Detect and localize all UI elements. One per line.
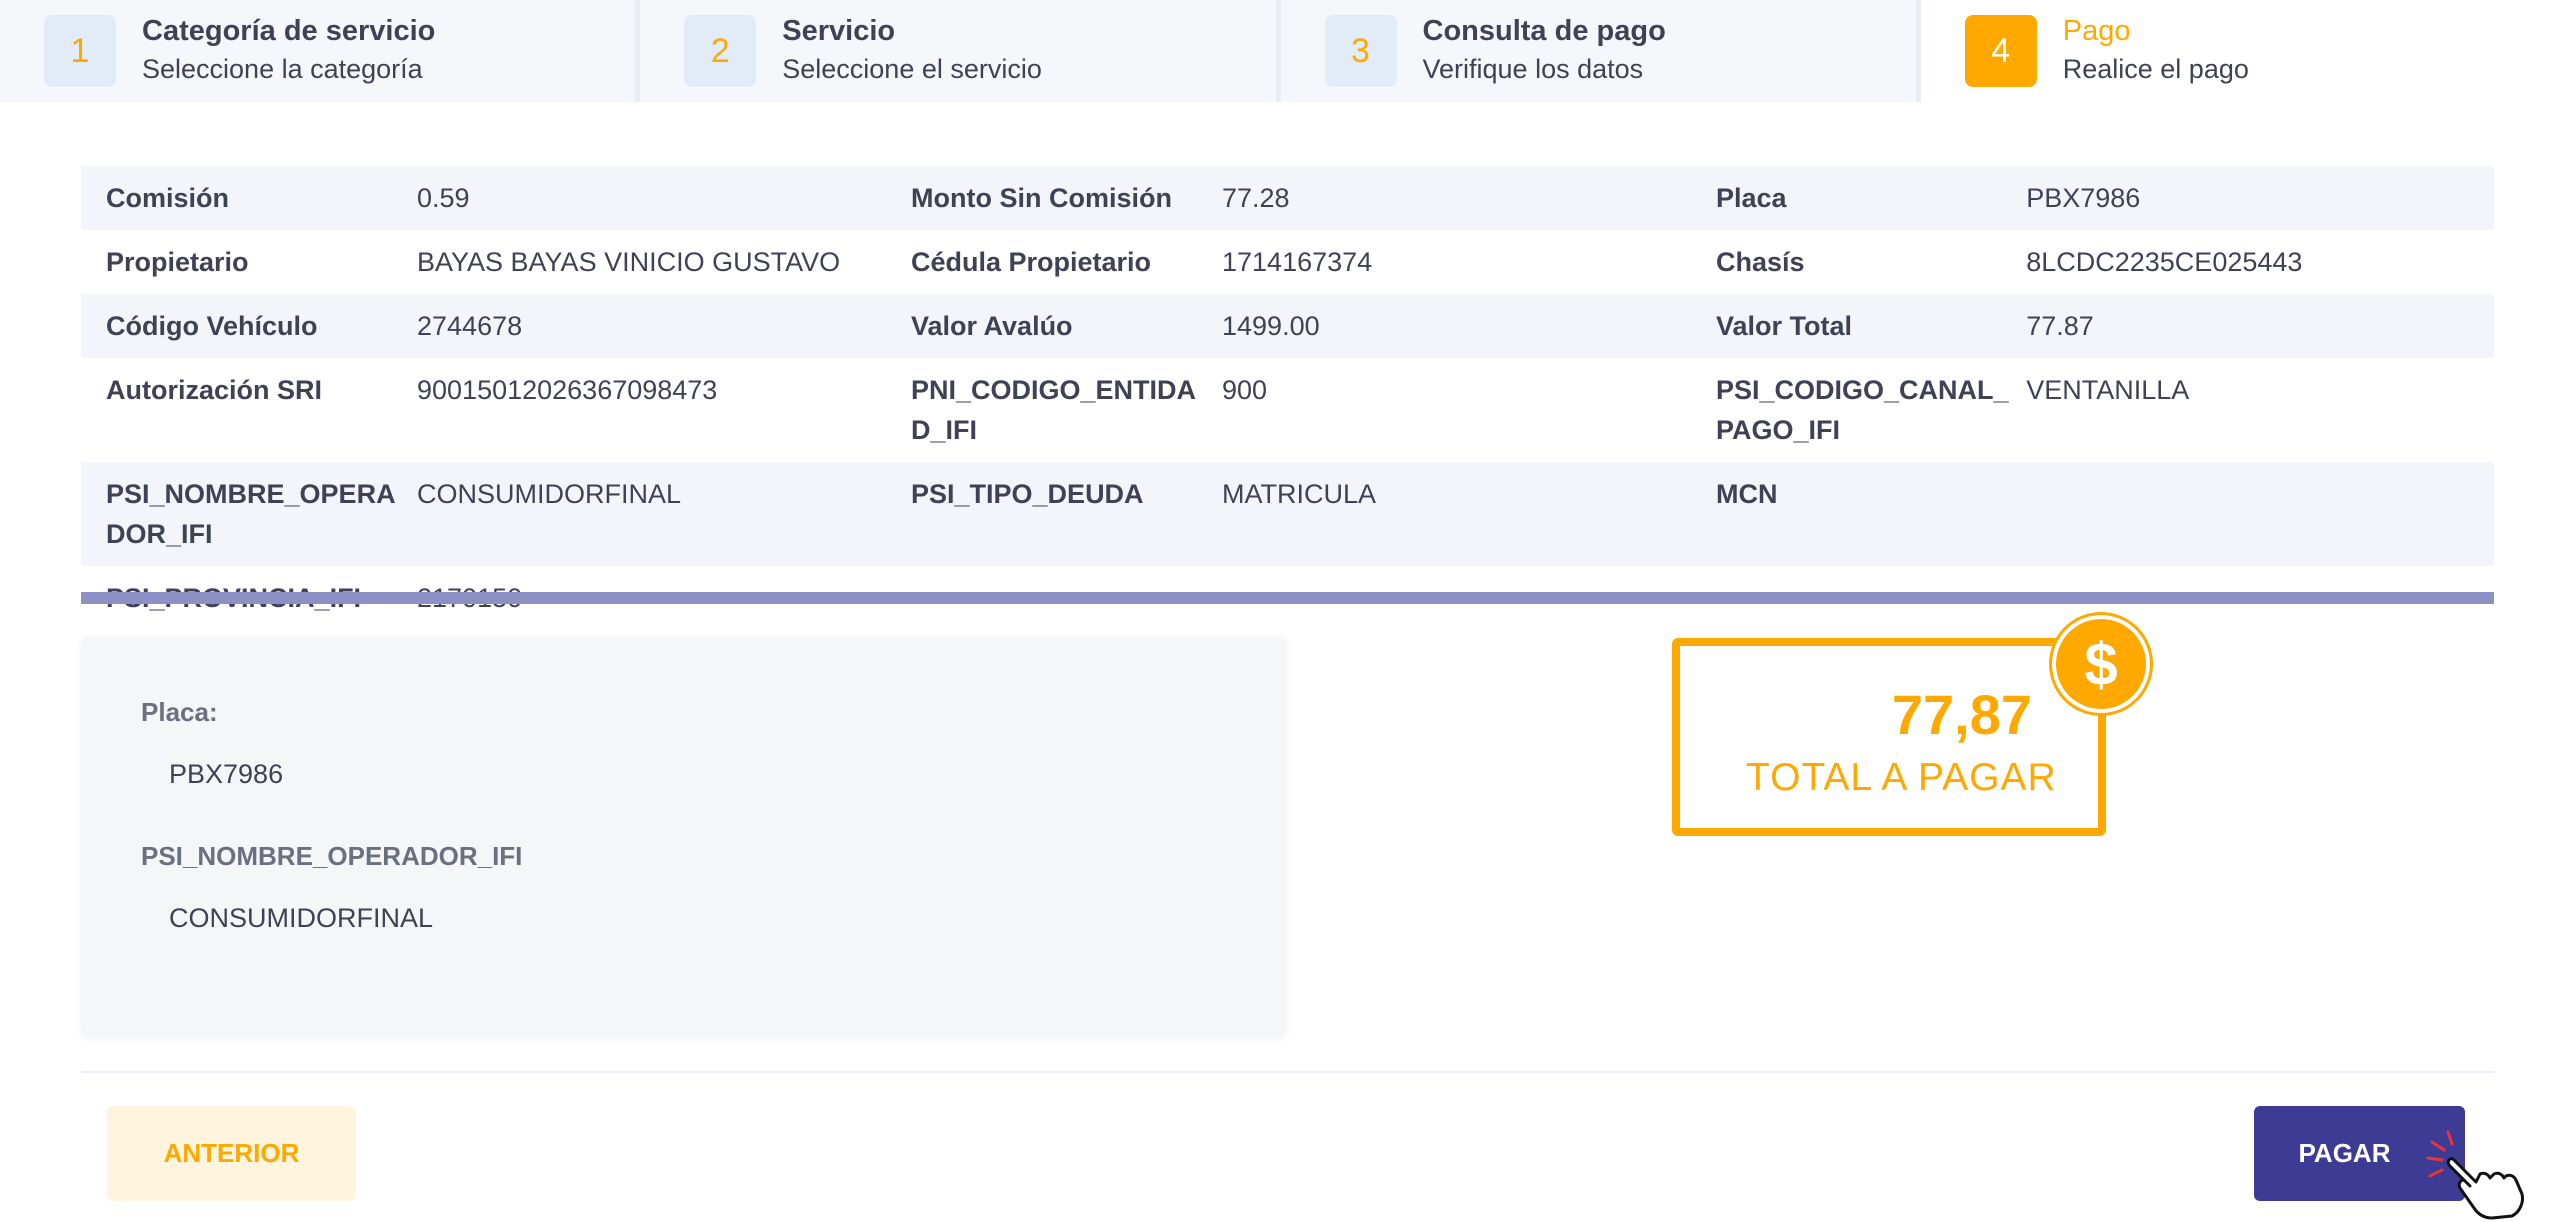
detail-value: 90015012026367098473 [417,375,718,405]
wizard-stepper: 1 Categoría de servicio Seleccione la ca… [0,0,2556,102]
summary-operador-label: PSI_NOMBRE_OPERADOR_IFI [141,841,523,871]
detail-value: CONSUMIDORFINAL [417,479,682,509]
summary-placa-value: PBX7986 [169,759,284,789]
detail-label: Propietario [106,247,249,277]
step-number: 2 [684,15,757,87]
table-row: PSI_NOMBRE_OPERADOR_IFI CONSUMIDORFINAL P… [81,462,2494,566]
detail-label: PNI_CODIGO_ENTIDAD_IFI [911,375,1197,445]
step-subtitle: Seleccione el servicio [782,54,1042,84]
detail-label: Cédula Propietario [911,247,1152,277]
dollar-coin-icon: $ [2056,619,2146,709]
summary-operador-value: CONSUMIDORFINAL [169,903,434,933]
hand-pointer-icon [2426,1130,2524,1220]
detail-label: PSI_TIPO_DEUDA [911,479,1144,509]
step-subtitle: Seleccione la categoría [142,54,423,84]
detail-label: Autorización SRI [106,375,323,405]
detail-value: MATRICULA [1222,479,1377,509]
step-title: Servicio [782,15,896,47]
step-service[interactable]: 2 Servicio Seleccione el servicio [640,0,1276,102]
total-amount: 77,87 [1891,683,2032,746]
detail-label: Código Vehículo [106,311,318,341]
detail-value: VENTANILLA [2026,375,2190,405]
detail-label: PSI_CODIGO_CANAL_PAGO_IFI [1716,375,2009,445]
step-number: 3 [1324,15,1397,87]
payment-summary-card: Placa: PBX7986 PSI_NOMBRE_OPERADOR_IFI C… [81,638,1286,1038]
table-row: Comisión 0.59 Monto Sin Comisión 77.28 Pla… [81,166,2494,230]
previous-button[interactable]: ANTERIOR [107,1106,356,1201]
detail-value: 2744678 [417,311,523,341]
detail-value [2026,474,2494,554]
step-title: Consulta de pago [1422,15,1666,47]
total-to-pay-box: 77,87 TOTAL A PAGAR [1672,638,2106,836]
step-payment[interactable]: 4 Pago Realice el pago [1920,0,2556,102]
detail-label: Placa [1716,183,1787,213]
table-row: Propietario BAYAS BAYAS VINICIO GUSTAVO C… [81,230,2494,294]
detail-value: 1714167374 [1222,247,1373,277]
step-number: 4 [1964,15,2037,87]
payment-details-table: Comisión 0.59 Monto Sin Comisión 77.28 Pla… [81,166,2494,630]
summary-placa-label: Placa: [141,697,218,727]
detail-label: Valor Total [1716,311,1853,341]
step-number: 1 [44,15,116,87]
table-row: Autorización SRI 90015012026367098473 PNI… [81,358,2494,462]
detail-value: 77.87 [2026,311,2094,341]
total-label: TOTAL A PAGAR [1746,756,2057,799]
detail-value: 900 [1222,375,1268,405]
step-payment-query[interactable]: 3 Consulta de pago Verifique los datos [1280,0,1916,102]
step-title: Pago [2062,15,2131,47]
detail-value: 8LCDC2235CE025443 [2026,247,2303,277]
step-subtitle: Realice el pago [2062,54,2249,84]
detail-value: 77.28 [1222,183,1290,213]
step-subtitle: Verifique los datos [1422,54,1644,84]
detail-label: PSI_NOMBRE_OPERADOR_IFI [106,479,396,549]
table-row: Código Vehículo 2744678 Valor Avalúo 1499.… [81,294,2494,358]
detail-label: Valor Avalúo [911,311,1073,341]
detail-label: Monto Sin Comisión [911,183,1172,213]
detail-label: MCN [1716,479,1778,509]
detail-label: Chasís [1716,247,1805,277]
detail-value: PBX7986 [2026,183,2141,213]
step-title: Categoría de servicio [142,15,436,47]
detail-value: BAYAS BAYAS VINICIO GUSTAVO [417,247,841,277]
section-divider [81,592,2494,604]
footer-divider [81,1071,2494,1073]
detail-value: 0.59 [417,183,470,213]
step-category[interactable]: 1 Categoría de servicio Seleccione la ca… [0,0,636,102]
detail-value: 1499.00 [1222,311,1320,341]
detail-label: Comisión [106,183,230,213]
